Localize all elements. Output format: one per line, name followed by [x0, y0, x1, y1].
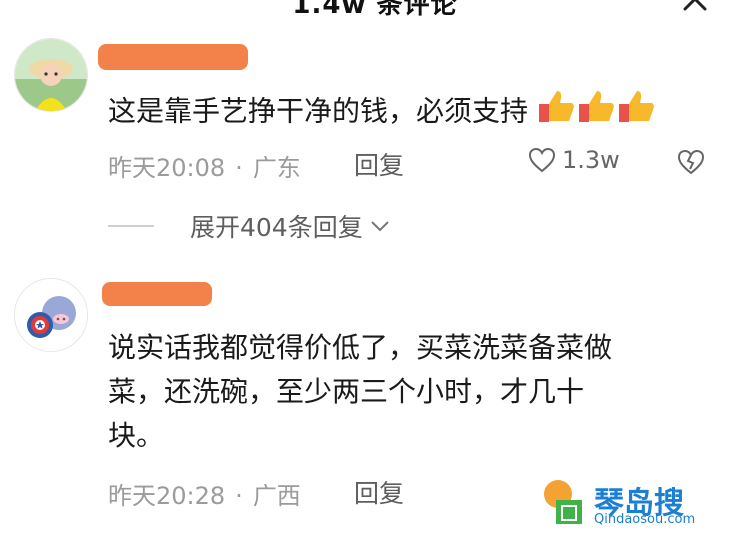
comment-location: 广西 [252, 482, 301, 510]
divider-line [108, 225, 154, 227]
broken-heart-icon[interactable] [676, 148, 706, 176]
comment-time: 昨天20:28 [108, 482, 226, 510]
comment-meta: 昨天20:28 · 广西 [108, 482, 301, 510]
thumbs-up-icon [577, 88, 617, 137]
avatar[interactable] [14, 38, 88, 112]
avatar[interactable] [14, 278, 88, 352]
comments-count-title: 1.4w 条评论 [292, 0, 458, 20]
close-icon[interactable] [680, 0, 710, 14]
comment-meta: 昨天20:08 · 广东 [108, 154, 301, 182]
expand-replies-button[interactable]: 展开404条回复 [108, 208, 391, 244]
thumbs-up-icon [537, 88, 577, 137]
reply-button[interactable]: 回复 [354, 146, 404, 182]
comment-time: 昨天20:08 [108, 154, 226, 182]
comment-text: 这是靠手艺挣干净的钱，必须支持 [108, 88, 657, 137]
comment-location: 广东 [252, 154, 301, 182]
watermark-logo [544, 480, 582, 524]
like-button[interactable]: 1.3w [528, 146, 620, 174]
chevron-down-icon [371, 221, 389, 232]
heart-icon [528, 147, 556, 173]
thumbs-up-icon [617, 88, 657, 137]
expand-replies-label: 展开404条回复 [190, 213, 363, 242]
like-count: 1.3w [562, 146, 620, 174]
redacted-username [98, 44, 248, 70]
reply-button[interactable]: 回复 [354, 474, 404, 510]
watermark-url: Qindaosou.com [594, 512, 696, 527]
redacted-username [102, 282, 212, 306]
comment-text: 说实话我都觉得价低了，买菜洗菜备菜做 菜，还洗碗，至少两三个小时，才几十 块。 [108, 331, 613, 452]
